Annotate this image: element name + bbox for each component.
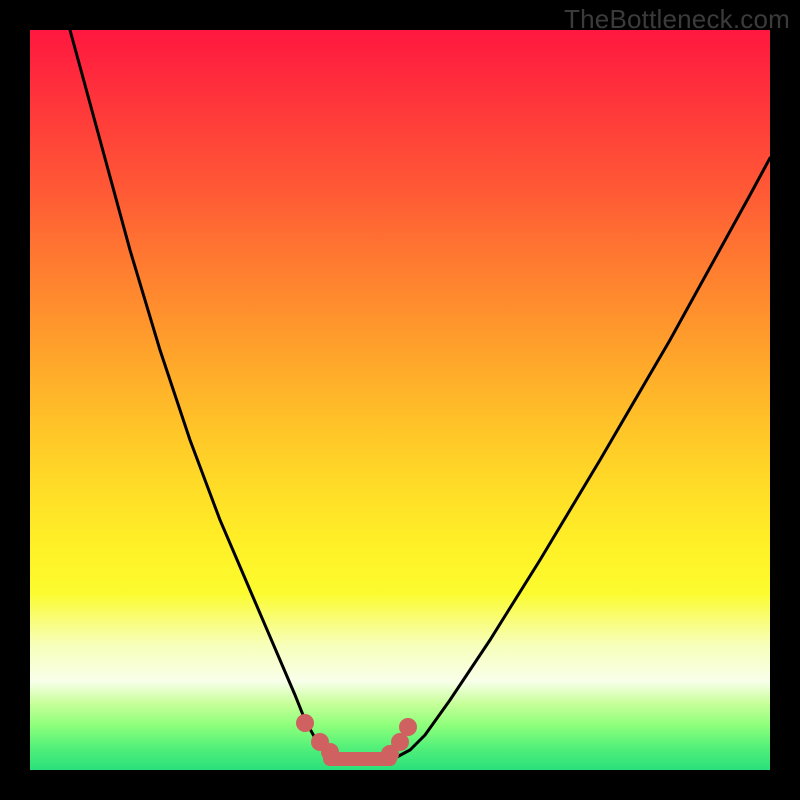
curve-marker — [321, 743, 339, 761]
chart-frame: TheBottleneck.com — [0, 0, 800, 800]
plot-area — [30, 30, 770, 770]
curve-marker — [296, 714, 314, 732]
bottleneck-curve — [70, 30, 770, 760]
curve-marker — [399, 718, 417, 736]
bottleneck-curve-svg — [30, 30, 770, 770]
